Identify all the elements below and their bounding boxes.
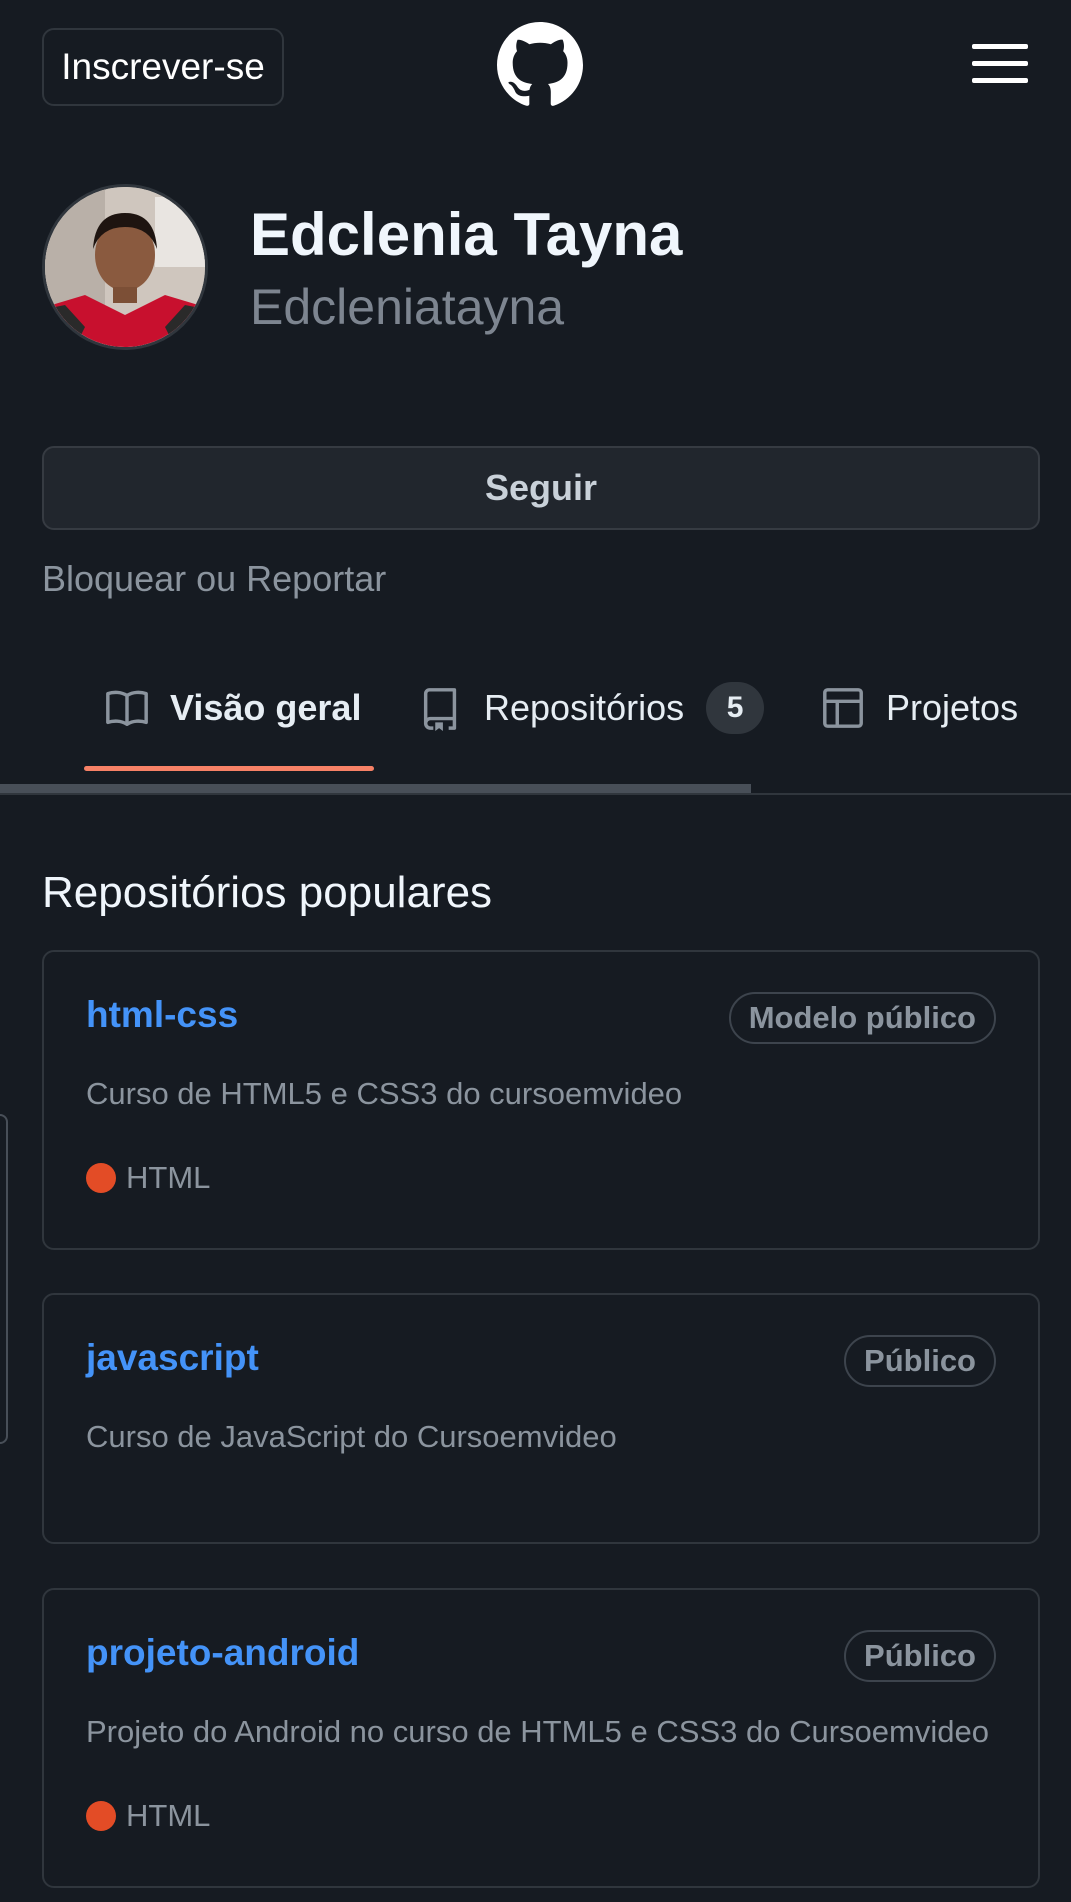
repo-card: html-css Modelo público Curso de HTML5 e… [42,950,1040,1250]
profile-tabs: Visão geral Repositórios 5 Projetos [0,650,1071,796]
tab-projects-label: Projetos [886,687,1019,728]
repo-description: Projeto do Android no curso de HTML5 e C… [86,1714,989,1749]
popular-repositories-heading: Repositórios populares [42,868,493,917]
tab-repositories-label: Repositórios [484,687,685,728]
hamburger-menu-icon[interactable] [970,42,1030,86]
visibility-badge: Modelo público [728,992,996,1044]
tabs-divider [0,793,1071,795]
profile-username: Edcleniatayna [250,279,565,335]
repo-name-link[interactable]: javascript [86,1337,259,1379]
repo-name-link[interactable]: projeto-android [86,1632,359,1674]
block-or-report-link[interactable]: Bloquear ou Reportar [42,558,386,600]
tab-repositories[interactable]: Repositórios 5 [418,678,765,738]
book-icon [106,690,148,727]
repo-icon [423,688,457,731]
language-color-dot [86,1801,116,1831]
avatar[interactable] [42,184,208,350]
table-icon [823,688,863,728]
tabs-scrollbar[interactable] [0,784,751,793]
language-name: HTML [126,1798,211,1833]
page-scrollbar[interactable] [0,1114,8,1444]
language-name: HTML [126,1160,211,1195]
repo-language: HTML [86,1798,210,1834]
repo-description: Curso de JavaScript do Cursoemvideo [86,1419,617,1454]
profile-name: Edclenia Tayna [250,201,683,268]
sign-up-button[interactable]: Inscrever-se [42,28,284,106]
repo-card: projeto-android Público Projeto do Andro… [42,1588,1040,1888]
repositories-count-badge: 5 [706,682,765,734]
selected-tab-indicator [84,766,374,771]
tab-projects[interactable]: Projetos [820,678,1018,738]
visibility-badge: Público [844,1630,996,1682]
visibility-badge: Público [844,1335,996,1387]
tab-overview-label: Visão geral [170,687,362,728]
tab-overview[interactable]: Visão geral [104,678,361,738]
top-bar: Inscrever-se [0,0,1071,130]
repo-description: Curso de HTML5 e CSS3 do cursoemvideo [86,1076,683,1111]
repo-language: HTML [86,1160,210,1196]
repo-card: javascript Público Curso de JavaScript d… [42,1293,1040,1544]
repo-name-link[interactable]: html-css [86,994,238,1036]
follow-button[interactable]: Seguir [42,446,1040,530]
github-logo-icon[interactable] [497,22,583,108]
language-color-dot [86,1163,116,1193]
